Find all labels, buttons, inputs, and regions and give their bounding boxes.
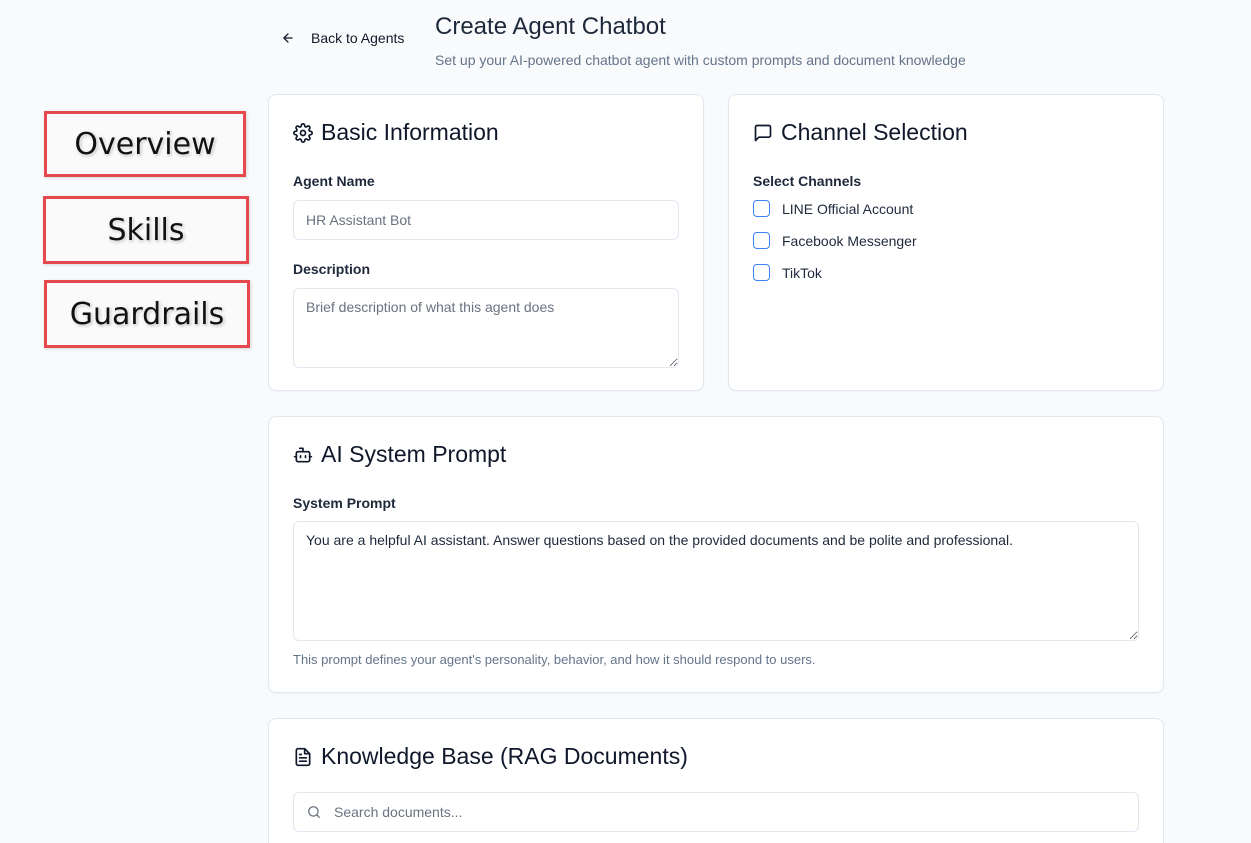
system-prompt-textarea[interactable]: You are a helpful AI assistant. Answer q…	[293, 521, 1139, 641]
nav-skills-label: Skills	[107, 212, 185, 248]
description-textarea[interactable]	[293, 288, 679, 368]
system-prompt-helper: This prompt defines your agent's persona…	[293, 652, 816, 667]
tiktok-checkbox[interactable]	[753, 264, 770, 281]
nav-overview[interactable]: Overview	[44, 111, 246, 177]
back-to-agents-link[interactable]: Back to Agents	[281, 30, 404, 46]
channel-option-label: TikTok	[782, 264, 822, 281]
system-prompt-label: System Prompt	[293, 495, 396, 511]
arrow-left-icon	[283, 33, 293, 43]
basic-information-title-text: Basic Information	[321, 119, 499, 145]
search-documents-input[interactable]	[293, 792, 1139, 832]
knowledge-base-title: Knowledge Base (RAG Documents)	[293, 743, 688, 770]
nav-guardrails-label: Guardrails	[69, 296, 225, 332]
system-prompt-card: AI System Prompt System Prompt You are a…	[268, 416, 1164, 693]
search-icon	[308, 806, 320, 818]
select-channels-label: Select Channels	[753, 173, 862, 189]
system-prompt-title-text: AI System Prompt	[321, 441, 507, 467]
agent-name-label: Agent Name	[293, 173, 375, 189]
system-prompt-title: AI System Prompt	[293, 441, 506, 468]
agent-name-input[interactable]	[293, 200, 679, 240]
nav-skills[interactable]: Skills	[43, 196, 249, 264]
document-search	[293, 792, 1139, 832]
knowledge-base-title-text: Knowledge Base (RAG Documents)	[321, 743, 688, 769]
channel-option-label: Facebook Messenger	[782, 232, 917, 249]
nav-guardrails[interactable]: Guardrails	[44, 280, 250, 348]
facebook-checkbox[interactable]	[753, 232, 770, 249]
channel-selection-title: Channel Selection	[753, 119, 968, 146]
channel-option-facebook[interactable]: Facebook Messenger	[753, 232, 917, 249]
page-title: Create Agent Chatbot	[435, 13, 666, 40]
basic-information-card: Basic Information Agent Name Description	[268, 94, 704, 391]
description-label: Description	[293, 261, 371, 277]
page-subtitle: Set up your AI-powered chatbot agent wit…	[435, 52, 966, 68]
gear-icon	[293, 122, 313, 143]
message-square-icon	[754, 124, 772, 141]
channel-option-label: LINE Official Account	[782, 200, 914, 217]
channel-option-tiktok[interactable]: TikTok	[753, 264, 822, 281]
channel-selection-title-text: Channel Selection	[781, 119, 968, 145]
channel-option-line[interactable]: LINE Official Account	[753, 200, 913, 217]
file-text-icon	[295, 747, 311, 766]
line-checkbox[interactable]	[753, 200, 770, 217]
back-link-label: Back to Agents	[311, 30, 405, 46]
knowledge-base-card: Knowledge Base (RAG Documents)	[268, 718, 1164, 843]
bot-icon	[293, 447, 313, 462]
nav-overview-label: Overview	[74, 126, 216, 162]
channel-selection-card: Channel Selection Select Channels LINE O…	[728, 94, 1164, 391]
basic-information-title: Basic Information	[293, 119, 499, 146]
